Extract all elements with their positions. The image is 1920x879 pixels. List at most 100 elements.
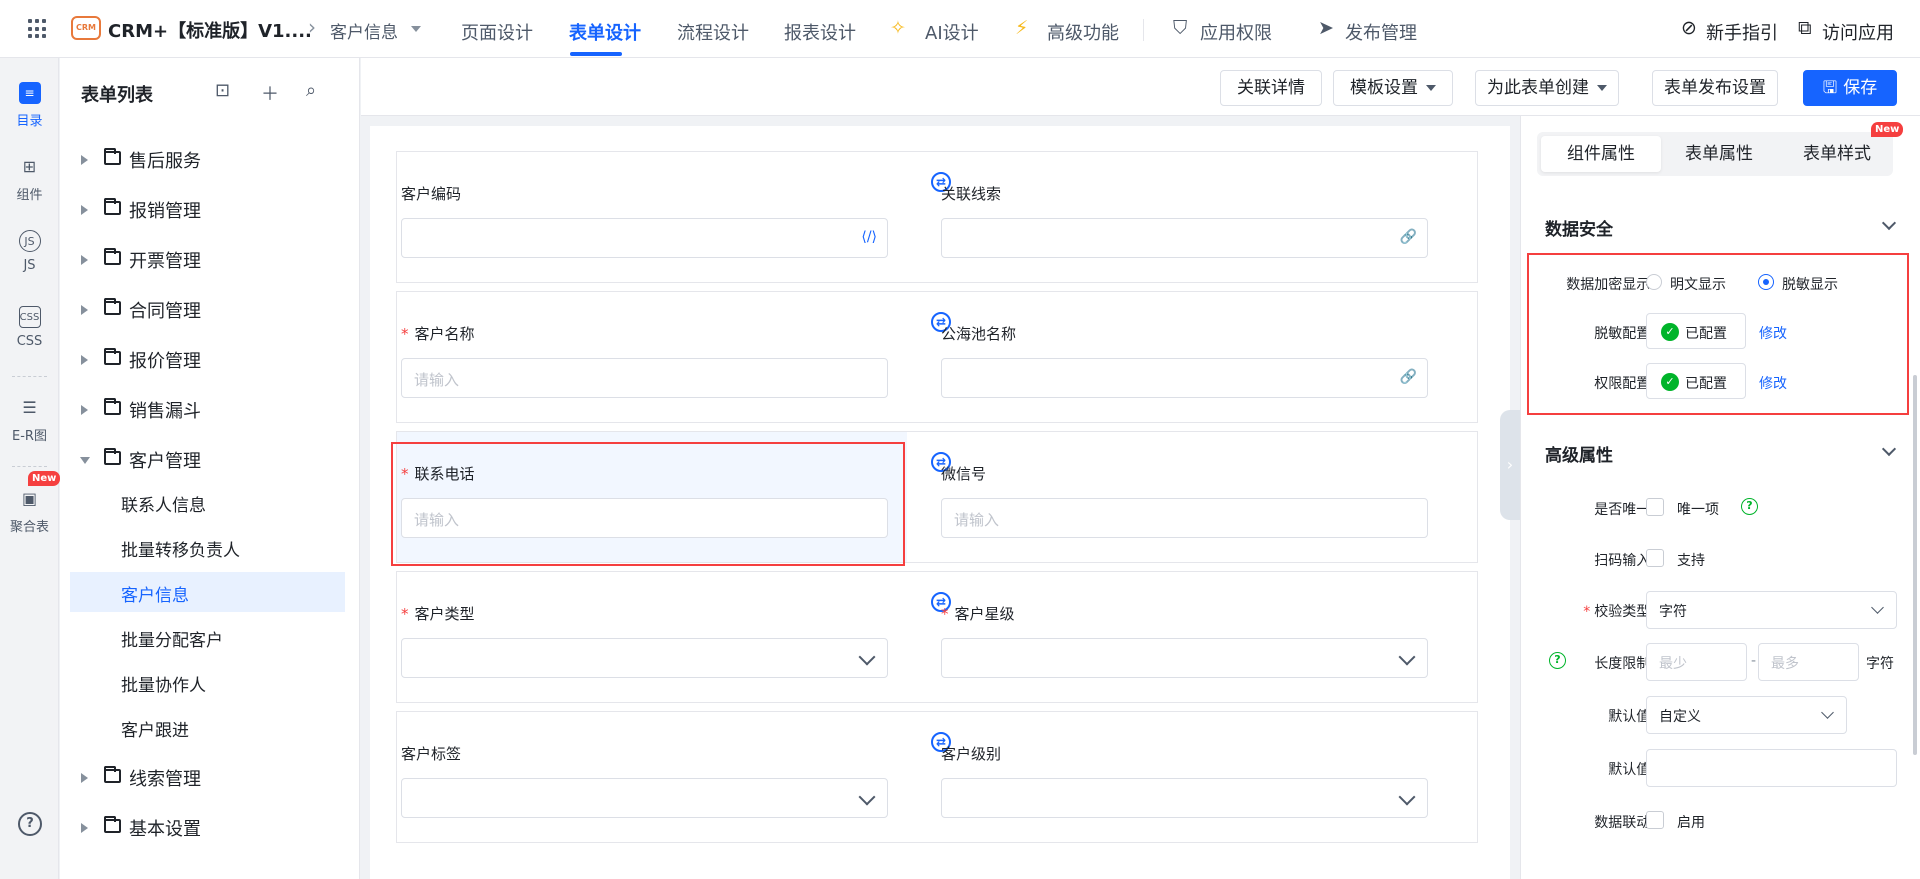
field-contact-phone[interactable]: * 联系电话 请输入	[397, 432, 907, 562]
tab-report-design[interactable]: 报表设计	[784, 19, 856, 45]
tab-ai-design[interactable]: AI设计	[925, 19, 979, 45]
permission-config-button[interactable]: ✓ 已配置	[1646, 363, 1746, 399]
app-grid-icon[interactable]	[28, 19, 48, 39]
tree-item-form[interactable]: 批量协作人	[70, 662, 345, 702]
plain-display-radio[interactable]	[1646, 274, 1662, 290]
masked-display-radio[interactable]	[1758, 274, 1774, 290]
tab-form-style[interactable]: 表单样式	[1777, 136, 1897, 172]
unique-checkbox[interactable]	[1646, 498, 1664, 516]
tree-folder[interactable]: 销售漏斗	[60, 391, 350, 429]
form-row[interactable]: * 客户名称 请输入 ⇄ 公海池名称 🔗	[396, 291, 1478, 423]
tree-folder-expanded[interactable]: 客户管理	[60, 441, 350, 479]
related-lead-input[interactable]: 🔗	[941, 218, 1428, 258]
related-details-button[interactable]: 关联详情	[1220, 70, 1322, 106]
tree-item-form[interactable]: 联系人信息	[70, 482, 345, 522]
expand-icon[interactable]	[81, 205, 88, 215]
default-value-input[interactable]	[1646, 749, 1897, 787]
form-row[interactable]: 客户标签 ⇄ 客户级别	[396, 711, 1478, 843]
rail-item-aggregate-table[interactable]: ▣ 聚合表	[0, 488, 59, 535]
data-linkage-checkbox[interactable]	[1646, 811, 1664, 829]
visit-app-link[interactable]: 访问应用	[1822, 19, 1894, 45]
mask-config-button[interactable]: ✓ 已配置	[1646, 313, 1746, 349]
rail-item-catalog[interactable]: ≡ 目录	[0, 82, 59, 129]
tree-folder[interactable]: 售后服务	[60, 141, 350, 179]
scan-input-checkbox[interactable]	[1646, 549, 1664, 567]
field-customer-type[interactable]: * 客户类型	[397, 572, 897, 702]
mask-config-edit-link[interactable]: 修改	[1759, 323, 1787, 343]
tree-folder[interactable]: 线索管理	[60, 759, 350, 797]
field-customer-tags[interactable]: 客户标签	[397, 712, 897, 842]
field-customer-code[interactable]: 客户编码 ⟨/⟩	[397, 152, 897, 282]
field-public-pool-name[interactable]: 公海池名称 🔗	[937, 292, 1437, 422]
tree-folder[interactable]: 基本设置	[60, 809, 350, 847]
beginner-guide-link[interactable]: 新手指引	[1706, 19, 1778, 45]
tab-form-properties[interactable]: 表单属性	[1659, 136, 1779, 172]
template-settings-dropdown[interactable]: 模板设置	[1333, 70, 1453, 106]
tab-component-properties[interactable]: 组件属性	[1541, 136, 1661, 172]
chevron-down-icon[interactable]	[1881, 215, 1897, 231]
panel-collapse-handle[interactable]: ›	[1500, 410, 1520, 520]
help-icon[interactable]: ?	[18, 812, 42, 836]
tree-item-form[interactable]: 客户跟进	[70, 707, 345, 747]
wechat-id-input[interactable]: 请输入	[941, 498, 1428, 538]
tree-folder[interactable]: 报价管理	[60, 341, 350, 379]
help-icon[interactable]: ?	[1549, 652, 1566, 669]
length-max-input[interactable]: 最多	[1758, 643, 1859, 681]
tree-item-form[interactable]: 批量分配客户	[70, 617, 345, 657]
tab-form-design[interactable]: 表单设计	[569, 19, 641, 45]
expand-icon[interactable]	[81, 305, 88, 315]
public-pool-name-input[interactable]: 🔗	[941, 358, 1428, 398]
tree-folder[interactable]: 报销管理	[60, 191, 350, 229]
customer-star-select[interactable]	[941, 638, 1428, 678]
validate-type-select[interactable]: 字符	[1646, 591, 1897, 629]
expand-icon[interactable]	[81, 823, 88, 833]
new-folder-icon[interactable]: ⊡	[215, 80, 230, 101]
customer-tags-select[interactable]	[401, 778, 888, 818]
search-icon[interactable]: ⌕	[306, 80, 316, 101]
collapse-icon[interactable]	[80, 457, 90, 464]
length-min-input[interactable]: 最少	[1646, 643, 1747, 681]
expand-icon[interactable]	[81, 255, 88, 265]
expand-icon[interactable]	[81, 355, 88, 365]
help-icon[interactable]: ?	[1741, 498, 1758, 515]
tab-page-design[interactable]: 页面设计	[461, 19, 533, 45]
create-for-form-dropdown[interactable]: 为此表单创建	[1475, 70, 1619, 106]
rail-item-er-diagram[interactable]: ☰ E-R图	[0, 397, 59, 444]
app-title[interactable]: CRM+【标准版】V1....	[108, 17, 312, 43]
default-value-mode-select[interactable]: 自定义	[1646, 696, 1847, 734]
properties-scrollbar[interactable]	[1913, 375, 1917, 755]
field-customer-level[interactable]: 客户级别	[937, 712, 1437, 842]
customer-level-select[interactable]	[941, 778, 1428, 818]
tree-item-form[interactable]: 批量转移负责人	[70, 527, 345, 567]
save-button[interactable]: 🖫 保存	[1803, 70, 1897, 106]
tree-item-form-selected[interactable]: 客户信息	[70, 572, 345, 612]
contact-phone-input[interactable]: 请输入	[401, 498, 888, 538]
permission-config-edit-link[interactable]: 修改	[1759, 373, 1787, 393]
tree-folder[interactable]: 开票管理	[60, 241, 350, 279]
field-wechat-id[interactable]: 微信号 请输入	[937, 432, 1437, 562]
advanced-properties-title[interactable]: 高级属性	[1545, 441, 1613, 466]
form-row[interactable]: * 客户类型 ⇄ * 客户星级	[396, 571, 1478, 703]
expand-icon[interactable]	[81, 773, 88, 783]
rail-item-js[interactable]: JS JS	[0, 230, 59, 273]
customer-name-input[interactable]: 请输入	[401, 358, 888, 398]
field-customer-star[interactable]: * 客户星级	[937, 572, 1437, 702]
chevron-down-icon[interactable]	[1881, 441, 1897, 457]
expand-icon[interactable]	[81, 155, 88, 165]
tree-folder[interactable]: 合同管理	[60, 291, 350, 329]
tab-advanced-features[interactable]: 高级功能	[1047, 19, 1119, 45]
rail-item-css[interactable]: CSS CSS	[0, 306, 59, 349]
add-icon[interactable]: ＋	[261, 80, 279, 106]
form-row[interactable]: * 联系电话 请输入 ⇄ 微信号 请输入	[396, 431, 1478, 563]
tab-flow-design[interactable]: 流程设计	[677, 19, 749, 45]
data-security-title[interactable]: 数据安全	[1545, 215, 1613, 240]
field-related-lead[interactable]: 关联线索 🔗	[937, 152, 1437, 282]
breadcrumb-current-page[interactable]: 客户信息	[330, 18, 398, 43]
field-customer-name[interactable]: * 客户名称 请输入	[397, 292, 897, 422]
customer-type-select[interactable]	[401, 638, 888, 678]
customer-code-input[interactable]: ⟨/⟩	[401, 218, 888, 258]
tab-publish-management[interactable]: 发布管理	[1345, 19, 1417, 45]
rail-item-components[interactable]: ⊞ 组件	[0, 156, 59, 203]
expand-icon[interactable]	[81, 405, 88, 415]
tab-app-permissions[interactable]: 应用权限	[1200, 19, 1272, 45]
